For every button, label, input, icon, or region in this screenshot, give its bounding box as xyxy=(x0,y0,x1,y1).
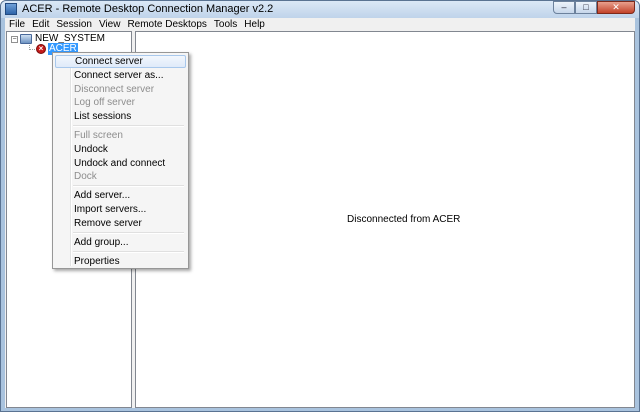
menu-separator xyxy=(73,232,184,234)
tree-connector xyxy=(29,49,35,50)
context-menu: Connect server Connect server as... Disc… xyxy=(52,52,189,269)
menu-tools[interactable]: Tools xyxy=(210,18,240,31)
menu-item-dock: Dock xyxy=(74,171,97,182)
menu-item-list-sessions[interactable]: List sessions xyxy=(55,110,186,123)
menu-item-remove-server[interactable]: Remove server xyxy=(55,217,186,230)
disconnected-error-icon: × xyxy=(36,44,46,54)
menu-item-log-off-server: Log off server xyxy=(74,97,135,108)
app-window: ACER - Remote Desktop Connection Manager… xyxy=(0,0,640,412)
menu-edit[interactable]: Edit xyxy=(28,18,52,31)
window-title: ACER - Remote Desktop Connection Manager… xyxy=(22,3,274,15)
remote-session-pane[interactable]: Disconnected from ACER xyxy=(135,31,635,408)
menu-item-connect-server-as[interactable]: Connect server as... xyxy=(55,69,186,82)
menu-item-disconnect-server: Disconnect server xyxy=(74,84,155,95)
menu-item-undock-and-connect[interactable]: Undock and connect xyxy=(55,157,186,170)
menu-session[interactable]: Session xyxy=(52,18,95,31)
close-button[interactable]: ✕ xyxy=(597,1,635,14)
menu-item-properties[interactable]: Properties xyxy=(55,255,186,268)
app-icon[interactable] xyxy=(5,3,17,15)
server-group-icon xyxy=(20,34,32,44)
menu-remote-desktops[interactable]: Remote Desktops xyxy=(123,18,209,31)
menu-separator xyxy=(73,251,184,253)
collapse-icon[interactable]: − xyxy=(11,35,18,43)
menu-bar: File Edit Session View Remote Desktops T… xyxy=(5,18,635,31)
caption-buttons: – □ ✕ xyxy=(553,1,635,14)
menu-item-full-screen: Full screen xyxy=(74,130,123,141)
menu-item-import-servers[interactable]: Import servers... xyxy=(55,203,186,216)
menu-item-undock[interactable]: Undock xyxy=(55,143,186,156)
maximize-button[interactable]: □ xyxy=(575,1,597,14)
menu-item-add-server[interactable]: Add server... xyxy=(55,189,186,202)
menu-help[interactable]: Help xyxy=(240,18,268,31)
minimize-button[interactable]: – xyxy=(553,1,575,14)
menu-file[interactable]: File xyxy=(5,18,28,31)
menu-item-connect-server[interactable]: Connect server xyxy=(55,55,186,68)
connection-status: Disconnected from ACER xyxy=(347,214,461,225)
title-bar[interactable]: ACER - Remote Desktop Connection Manager… xyxy=(1,1,639,18)
menu-view[interactable]: View xyxy=(95,18,124,31)
menu-separator xyxy=(73,185,184,187)
menu-separator xyxy=(73,125,184,127)
menu-item-add-group[interactable]: Add group... xyxy=(55,236,186,249)
